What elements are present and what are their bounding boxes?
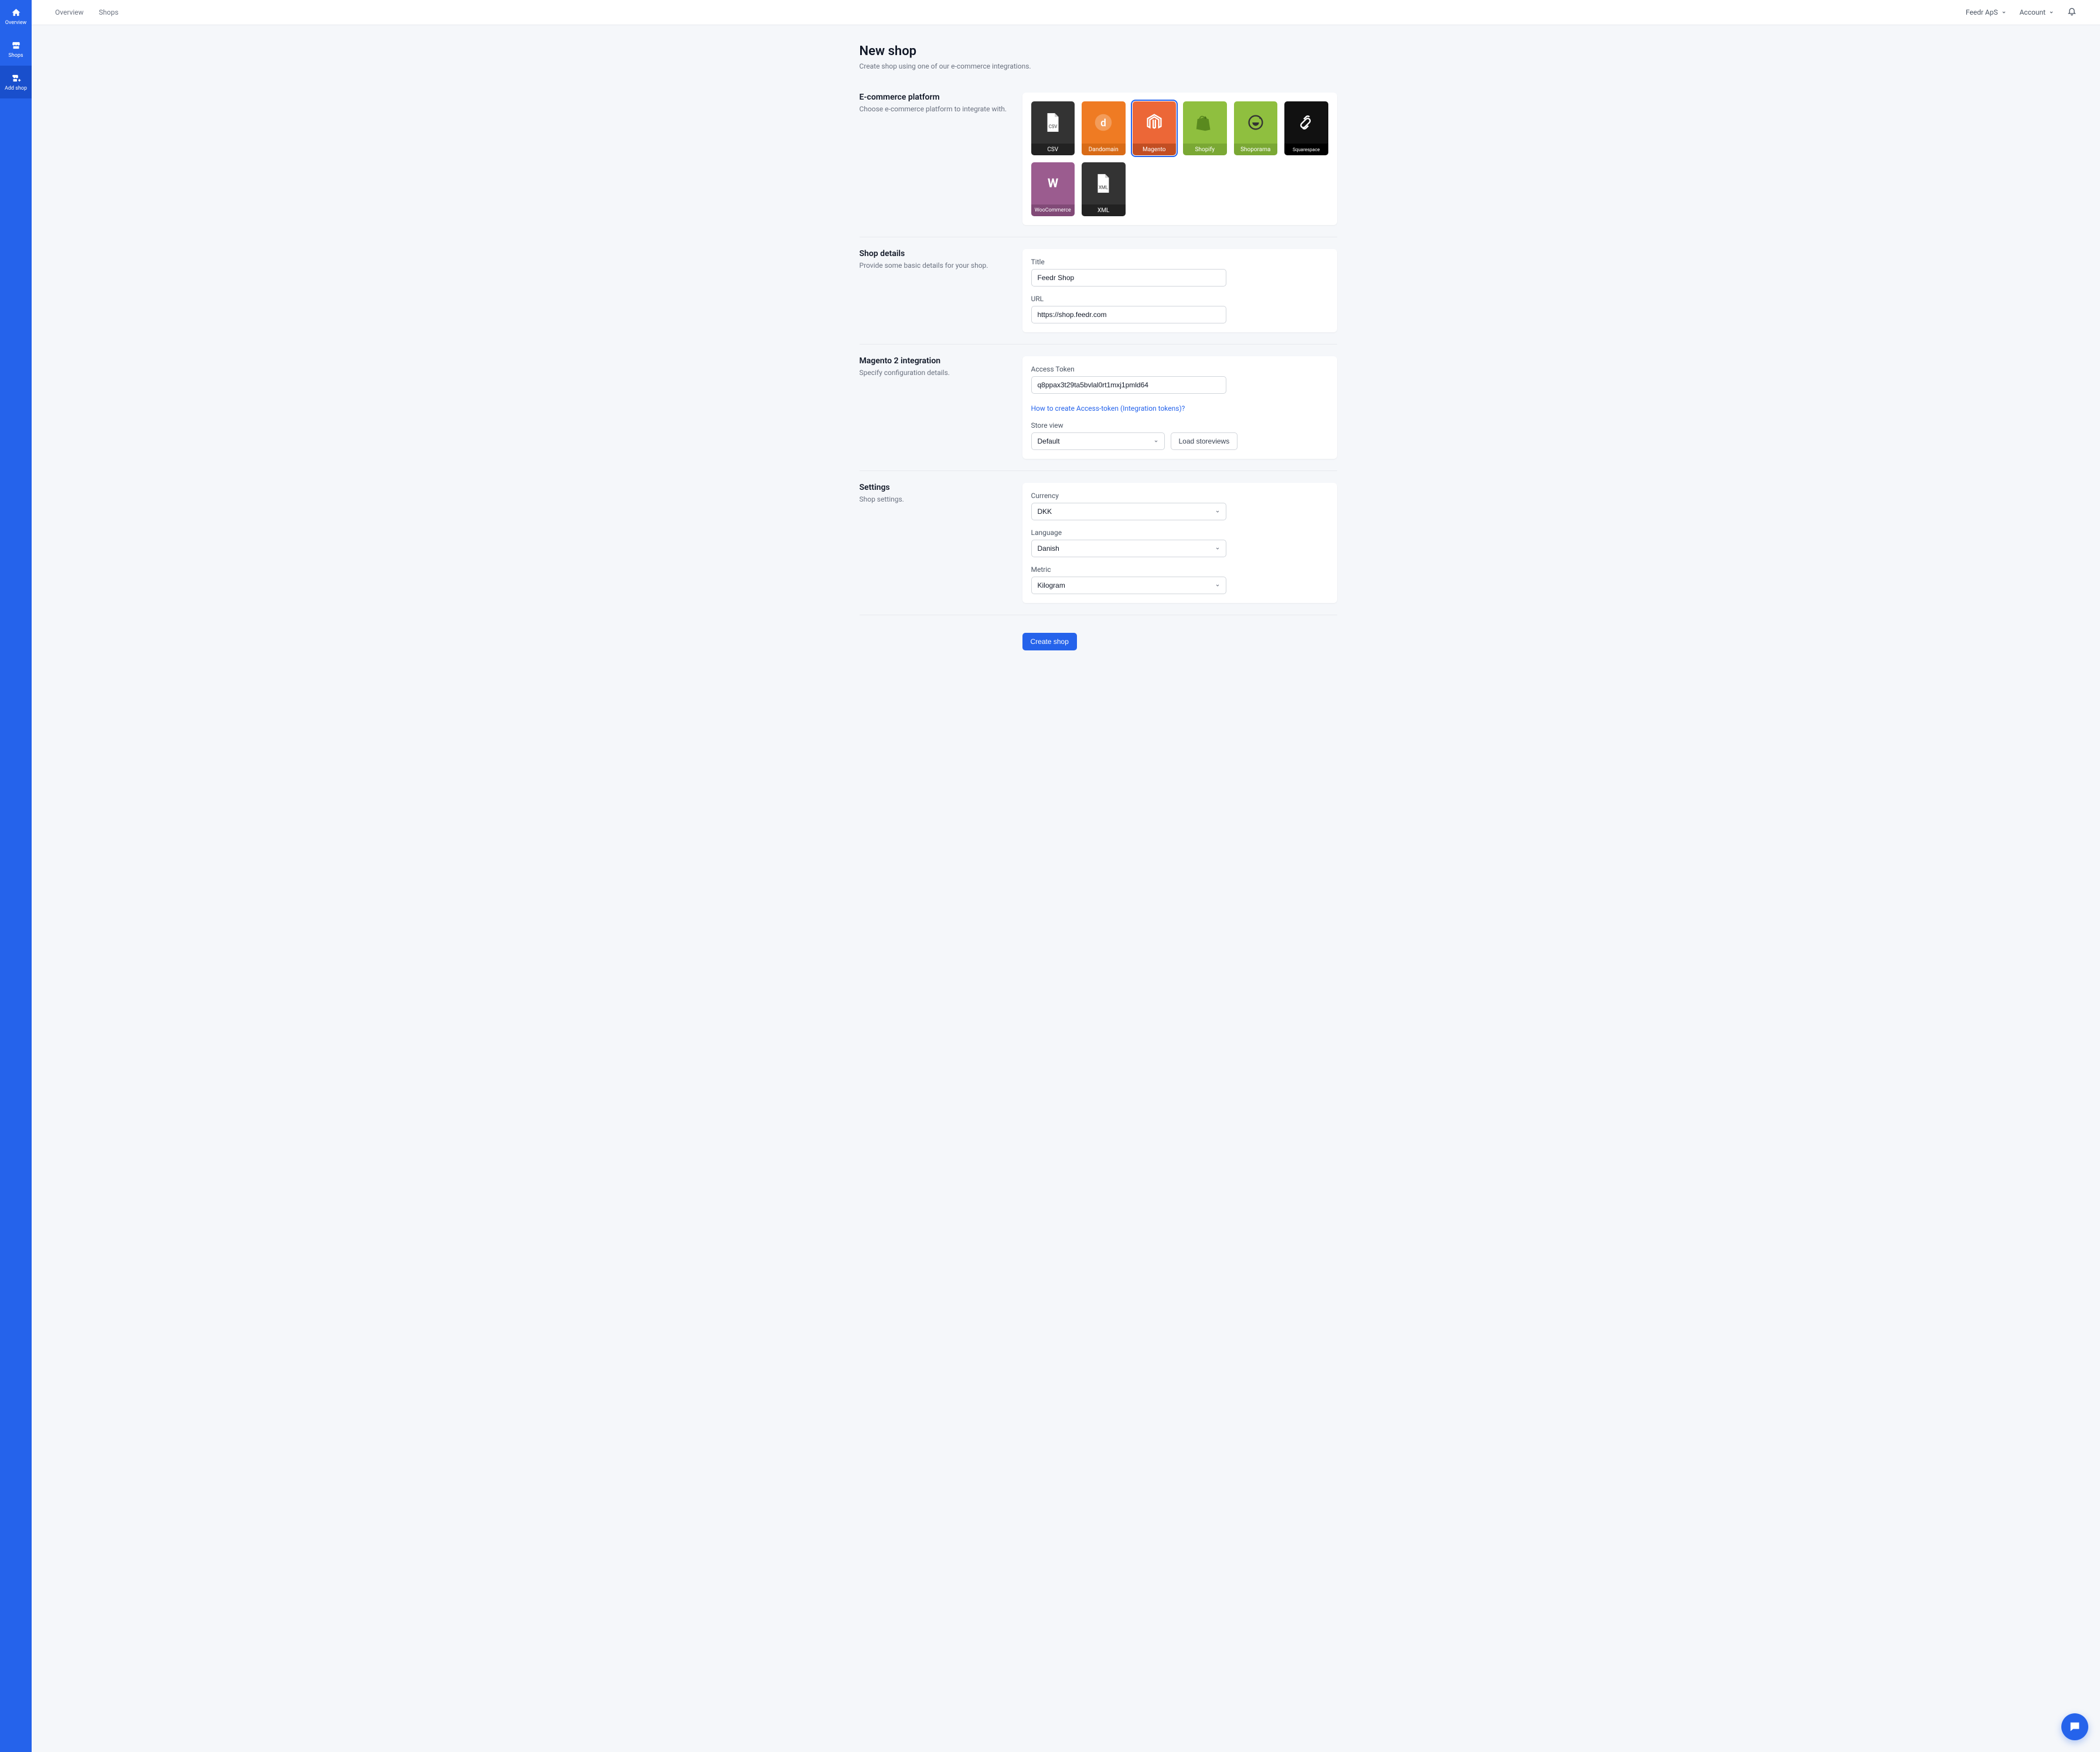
- notifications-button[interactable]: [2067, 6, 2077, 18]
- platform-tile-csv[interactable]: CSV CSV: [1031, 101, 1075, 155]
- language-select[interactable]: Danish: [1031, 540, 1226, 557]
- sidebar-item-label: Shops: [8, 53, 23, 59]
- sidebar-item-shops[interactable]: Shops: [0, 33, 32, 66]
- shopify-icon: [1194, 111, 1216, 134]
- account-dropdown[interactable]: Account: [2020, 8, 2054, 16]
- woocommerce-icon: W: [1042, 172, 1064, 195]
- topbar: Overview Shops Feedr ApS Account: [32, 0, 2100, 25]
- storeview-label: Store view: [1031, 421, 1328, 430]
- sidebar-item-add-shop[interactable]: Add shop: [0, 66, 32, 98]
- url-label: URL: [1031, 295, 1328, 303]
- home-icon: [11, 8, 21, 18]
- magento-icon: [1143, 111, 1165, 134]
- section-shop-details: Shop details Provide some basic details …: [860, 249, 1337, 345]
- chevron-down-icon: [2001, 9, 2007, 15]
- access-token-help-link[interactable]: How to create Access-token (Integration …: [1031, 404, 1185, 413]
- section-title: Magento 2 integration: [860, 356, 1011, 366]
- svg-text:CSV: CSV: [1048, 124, 1057, 129]
- tile-label: XML: [1082, 204, 1126, 216]
- access-token-input[interactable]: [1031, 376, 1226, 394]
- file-csv-icon: CSV: [1042, 111, 1064, 134]
- platform-tile-xml[interactable]: XML XML: [1082, 162, 1126, 216]
- metric-select[interactable]: Kilogram: [1031, 577, 1226, 594]
- squarespace-icon: [1295, 111, 1317, 134]
- tile-label: Shoporama: [1234, 144, 1278, 155]
- store-plus-icon: [11, 73, 21, 83]
- section-settings: Settings Shop settings. Currency DKK: [860, 483, 1337, 615]
- dandomain-icon: d: [1092, 111, 1114, 134]
- platform-tile-woocommerce[interactable]: W WooCommerce: [1031, 162, 1075, 216]
- section-subtitle: Choose e-commerce platform to integrate …: [860, 105, 1011, 113]
- tile-label: Shopify: [1183, 144, 1227, 155]
- section-title: Shop details: [860, 249, 1011, 258]
- section-subtitle: Shop settings.: [860, 495, 1011, 503]
- store-icon: [11, 40, 21, 50]
- load-storeviews-button[interactable]: Load storeviews: [1171, 432, 1238, 450]
- sidebar-item-overview[interactable]: Overview: [0, 0, 32, 33]
- metric-label: Metric: [1031, 565, 1328, 574]
- file-xml-icon: XML: [1092, 172, 1114, 195]
- sidebar-item-label: Add shop: [5, 86, 27, 91]
- page-title: New shop: [860, 44, 1337, 59]
- url-input[interactable]: [1031, 306, 1226, 323]
- shoporama-icon: [1245, 111, 1267, 134]
- svg-text:XML: XML: [1099, 185, 1109, 190]
- section-subtitle: Specify configuration details.: [860, 369, 1011, 377]
- topbar-link-shops[interactable]: Shops: [99, 8, 119, 16]
- platform-tile-shopify[interactable]: Shopify: [1183, 101, 1227, 155]
- sidebar: Overview Shops Add shop: [0, 0, 32, 1752]
- section-title: E-commerce platform: [860, 93, 1011, 102]
- currency-label: Currency: [1031, 492, 1328, 500]
- platform-tile-magento[interactable]: Magento: [1133, 101, 1177, 155]
- section-platform: E-commerce platform Choose e-commerce pl…: [860, 93, 1337, 237]
- storeview-select[interactable]: Default: [1031, 432, 1165, 450]
- tile-label: Dandomain: [1082, 144, 1126, 155]
- platform-tile-dandomain[interactable]: d Dandomain: [1082, 101, 1126, 155]
- account-label: Account: [2020, 8, 2046, 16]
- platform-tile-shoporama[interactable]: Shoporama: [1234, 101, 1278, 155]
- section-title: Settings: [860, 483, 1011, 492]
- svg-text:d: d: [1100, 118, 1106, 129]
- page-subtitle: Create shop using one of our e-commerce …: [860, 62, 1337, 70]
- chat-icon: [2068, 1720, 2081, 1733]
- chat-fab[interactable]: [2061, 1713, 2088, 1740]
- page-header: New shop Create shop using one of our e-…: [860, 44, 1337, 70]
- tile-label: CSV: [1031, 144, 1075, 155]
- org-dropdown[interactable]: Feedr ApS: [1966, 8, 2007, 16]
- footer-actions: Create shop: [1022, 627, 1337, 650]
- language-label: Language: [1031, 529, 1328, 537]
- title-label: Title: [1031, 258, 1328, 266]
- org-name: Feedr ApS: [1966, 8, 1998, 16]
- currency-select[interactable]: DKK: [1031, 503, 1226, 520]
- tile-label: Squarespace: [1284, 144, 1328, 155]
- tile-label: WooCommerce: [1031, 204, 1075, 216]
- svg-text:W: W: [1048, 177, 1058, 191]
- platform-tile-squarespace[interactable]: Squarespace: [1284, 101, 1328, 155]
- access-token-label: Access Token: [1031, 365, 1328, 373]
- create-shop-button[interactable]: Create shop: [1022, 633, 1077, 650]
- chevron-down-icon: [2048, 9, 2054, 15]
- sidebar-item-label: Overview: [5, 20, 26, 26]
- section-subtitle: Provide some basic details for your shop…: [860, 261, 1011, 270]
- title-input[interactable]: [1031, 269, 1226, 287]
- bell-icon: [2067, 6, 2077, 16]
- section-integration: Magento 2 integration Specify configurat…: [860, 356, 1337, 471]
- topbar-link-overview[interactable]: Overview: [55, 8, 84, 16]
- tile-label: Magento: [1133, 144, 1177, 155]
